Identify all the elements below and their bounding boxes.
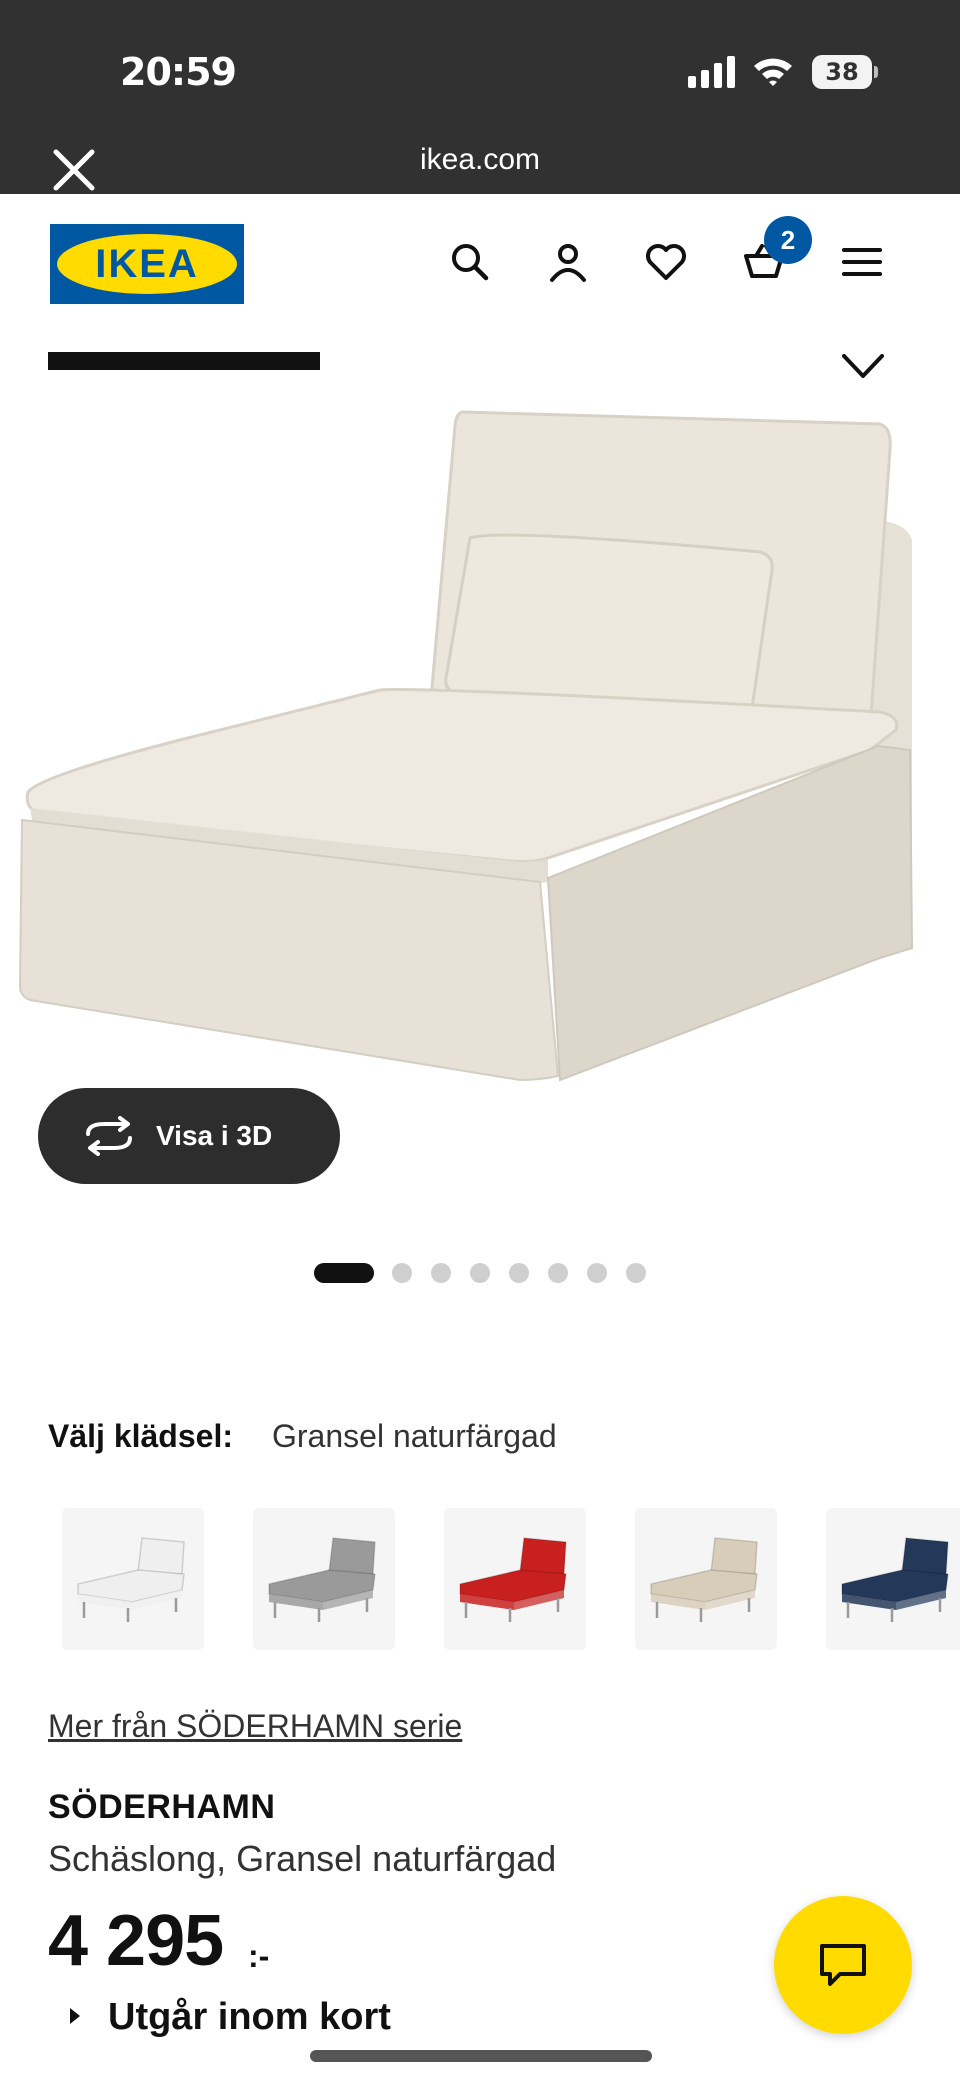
chat-button[interactable] bbox=[774, 1896, 912, 2034]
caret-right-icon bbox=[70, 2008, 80, 2024]
pagination-dot[interactable] bbox=[509, 1263, 529, 1283]
wifi-icon bbox=[754, 58, 792, 86]
battery-icon: 38 bbox=[812, 55, 878, 89]
swatch-4[interactable] bbox=[826, 1508, 960, 1650]
gallery-pagination bbox=[314, 1263, 654, 1283]
url-text[interactable]: ikea.com bbox=[0, 143, 960, 177]
pagination-dot-active[interactable] bbox=[314, 1263, 374, 1283]
heart-icon[interactable] bbox=[642, 238, 690, 286]
swatch-2[interactable] bbox=[444, 1508, 586, 1650]
search-icon[interactable] bbox=[446, 238, 494, 286]
product-description: Schäslong, Gransel naturfärgad bbox=[48, 1838, 557, 1879]
price: 4 295 bbox=[48, 1901, 224, 1981]
pagination-dot[interactable] bbox=[431, 1263, 451, 1283]
availability-status[interactable]: Utgår inom kort bbox=[108, 1996, 391, 2039]
browser-chrome: 20:59 38 ikea.com bbox=[0, 0, 960, 194]
pagination-dot[interactable] bbox=[470, 1263, 490, 1283]
upholstery-label: Välj klädsel: bbox=[48, 1418, 233, 1454]
chevron-down-icon[interactable] bbox=[838, 348, 888, 384]
battery-level: 38 bbox=[825, 58, 859, 86]
swatch-3[interactable] bbox=[635, 1508, 777, 1650]
view-3d-label: Visa i 3D bbox=[156, 1120, 273, 1151]
upholstery-swatches bbox=[0, 1508, 960, 1650]
swatch-1[interactable] bbox=[253, 1508, 395, 1650]
series-link[interactable]: Mer från SÖDERHAMN serie bbox=[48, 1708, 462, 1745]
pagination-dot[interactable] bbox=[626, 1263, 646, 1283]
menu-icon[interactable] bbox=[838, 238, 886, 286]
ikea-logo[interactable]: IKEA bbox=[50, 224, 244, 304]
rotate-3d-icon bbox=[86, 1116, 132, 1156]
pagination-dot[interactable] bbox=[548, 1263, 568, 1283]
pagination-dot[interactable] bbox=[392, 1263, 412, 1283]
pagination-dot[interactable] bbox=[587, 1263, 607, 1283]
status-time: 20:59 bbox=[120, 50, 237, 94]
view-3d-button[interactable]: Visa i 3D bbox=[38, 1088, 340, 1184]
swatch-0[interactable] bbox=[62, 1508, 204, 1650]
price-suffix: :- bbox=[248, 1938, 270, 1974]
site-header: IKEA 2 bbox=[0, 194, 960, 324]
cart-count-badge: 2 bbox=[764, 216, 812, 264]
chat-icon bbox=[820, 1944, 866, 1986]
upholstery-value: Gransel naturfärgad bbox=[272, 1418, 557, 1454]
home-indicator bbox=[310, 2050, 652, 2062]
profile-icon[interactable] bbox=[544, 238, 592, 286]
signal-icon bbox=[688, 56, 735, 88]
product-name: SÖDERHAMN bbox=[48, 1788, 276, 1826]
chaise-thumbnail bbox=[841, 1537, 949, 1622]
product-image[interactable] bbox=[0, 390, 960, 1110]
truncated-banner bbox=[48, 352, 320, 370]
chaise-thumbnail bbox=[77, 1537, 185, 1622]
chaise-thumbnail bbox=[459, 1537, 567, 1622]
logo-text: IKEA bbox=[95, 242, 199, 286]
chaise-thumbnail bbox=[268, 1537, 376, 1622]
chaise-thumbnail bbox=[650, 1537, 758, 1622]
